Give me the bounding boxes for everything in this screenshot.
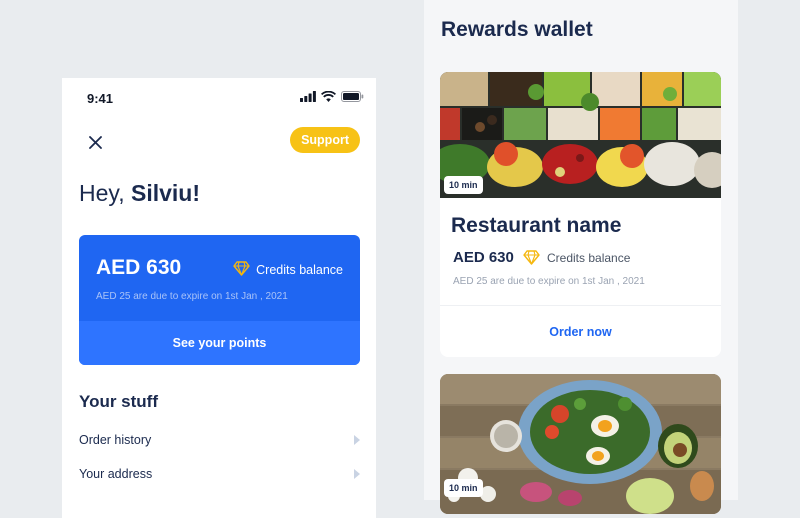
status-time: 9:41: [87, 91, 114, 106]
battery-icon: [341, 91, 364, 102]
card-credits-label: Credits balance: [547, 251, 631, 265]
greeting-user-name: Silviu!: [130, 180, 200, 206]
your-stuff-heading: Your stuff: [79, 392, 159, 411]
signal-icon: [300, 91, 316, 102]
rewards-wallet-screen: Rewards wallet 10 min Restaurant name AE…: [424, 0, 738, 514]
expire-note: AED 25 are due to expire on 1st Jan , 20…: [96, 291, 288, 302]
menu-item-your-address[interactable]: Your address: [79, 463, 360, 485]
status-bar: 9:41: [62, 78, 376, 116]
credits-balance: Credits balance: [233, 261, 343, 279]
order-now-button[interactable]: Order now: [440, 306, 721, 357]
chevron-right-icon: [354, 435, 360, 445]
restaurant-card[interactable]: 10 min: [440, 374, 721, 514]
time-badge: 10 min: [444, 479, 483, 497]
greeting-prefix: Hey,: [79, 180, 131, 206]
card-expire-note: AED 25 are due to expire on 1st Jan , 20…: [453, 276, 645, 287]
card-amount: AED 630: [453, 249, 514, 266]
close-icon: [88, 136, 102, 154]
menu-item-order-history[interactable]: Order history: [79, 429, 360, 451]
diamond-icon: [523, 250, 540, 270]
restaurant-card[interactable]: 10 min Restaurant name AED 630 Credits b…: [440, 72, 721, 357]
time-badge: 10 min: [444, 176, 483, 194]
diamond-icon: [233, 261, 250, 279]
restaurant-name: Restaurant name: [451, 214, 622, 237]
menu-item-label: Order history: [79, 433, 152, 447]
status-icons: [300, 91, 364, 102]
chevron-right-icon: [354, 469, 360, 479]
wifi-icon: [321, 91, 336, 102]
greeting: Hey, Silviu!: [79, 180, 200, 207]
support-button[interactable]: Support: [290, 127, 360, 153]
credits-balance-label: Credits balance: [256, 263, 343, 277]
close-button[interactable]: [84, 134, 106, 156]
profile-screen: 9:41 Support Hey, Silviu! AED 630 Credit…: [62, 78, 376, 518]
menu-item-label: Your address: [79, 467, 153, 481]
balance-amount: AED 630: [96, 256, 182, 279]
wallet-title: Rewards wallet: [441, 18, 593, 41]
see-your-points-button[interactable]: See your points: [79, 321, 360, 365]
balance-card: AED 630 Credits balance AED 25 are due t…: [79, 235, 360, 365]
